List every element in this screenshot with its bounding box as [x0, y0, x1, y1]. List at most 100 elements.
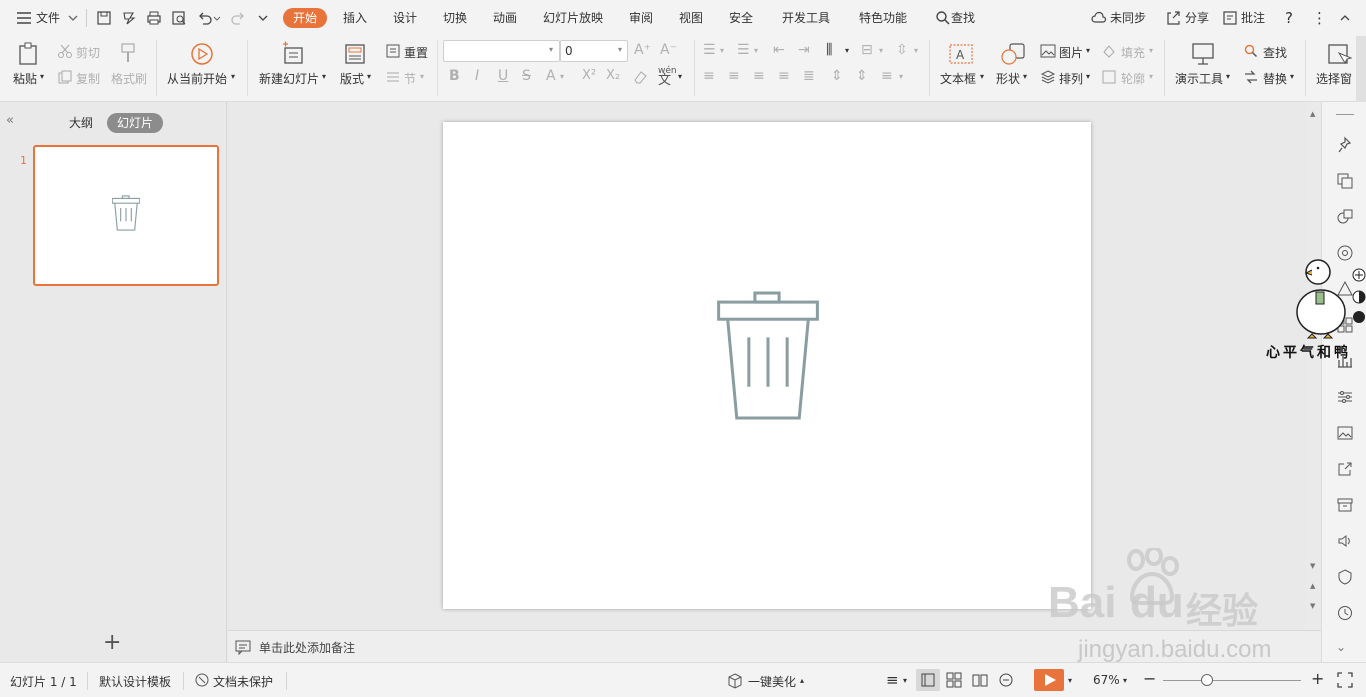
tab-security[interactable]: 安全 [729, 0, 753, 36]
layout-button[interactable]: 版式 [340, 70, 364, 87]
share-button[interactable]: 分享 [1185, 0, 1209, 36]
cloud-sync-icon[interactable] [1090, 9, 1108, 27]
shape-button[interactable]: 形状 [996, 70, 1020, 87]
replace-button[interactable]: 替换 [1263, 70, 1287, 87]
document-protection-status[interactable]: 文档未保护 [213, 673, 273, 690]
zoom-level[interactable]: 67% [1093, 673, 1120, 687]
sidebar-expand-icon[interactable]: ⌄ [1336, 640, 1346, 654]
tab-design[interactable]: 设计 [393, 0, 417, 36]
share-icon[interactable] [1164, 9, 1182, 27]
normal-view-button[interactable] [916, 669, 940, 691]
trash-can-icon[interactable] [717, 291, 819, 420]
print-preview-icon[interactable] [170, 9, 188, 27]
reset-icon[interactable] [385, 43, 401, 59]
text-box-icon[interactable]: A [948, 42, 974, 66]
hamburger-menu-icon[interactable] [15, 9, 33, 27]
one-click-beautify-button[interactable]: 一键美化 [748, 673, 796, 690]
presenter-view-icon[interactable] [998, 672, 1014, 688]
tab-view[interactable]: 视图 [679, 0, 703, 36]
paste-dropdown-icon[interactable]: ▾ [40, 72, 44, 81]
beautify-dropdown-icon[interactable]: ▴ [800, 676, 804, 685]
properties-icon[interactable] [1336, 388, 1354, 406]
play-dropdown-icon[interactable]: ▾ [1068, 676, 1072, 685]
search-label[interactable]: 查找 [951, 0, 975, 36]
font-name-dropdown-icon[interactable]: ▾ [549, 45, 553, 54]
play-dropdown-icon[interactable]: ▾ [231, 72, 235, 81]
comment-button[interactable]: 批注 [1241, 0, 1265, 36]
new-slide-button[interactable]: 新建幻灯片 [259, 70, 319, 87]
beautify-icon[interactable] [727, 673, 743, 689]
share-pane-icon[interactable] [1336, 460, 1354, 478]
help-icon[interactable]: ? [1285, 0, 1293, 36]
font-size-dropdown-icon[interactable]: ▾ [618, 45, 622, 54]
customize-toolbar-icon[interactable] [254, 9, 272, 27]
security-icon[interactable] [1336, 568, 1354, 586]
picture-button[interactable]: 图片 [1059, 44, 1083, 61]
zoom-dropdown-icon[interactable]: ▾ [1123, 676, 1127, 685]
slide[interactable] [443, 122, 1091, 609]
arrange-icon[interactable] [1040, 69, 1056, 85]
replace-dropdown-icon[interactable]: ▾ [1290, 72, 1294, 81]
tab-review[interactable]: 审阅 [629, 0, 653, 36]
collapse-ribbon-icon[interactable] [1336, 9, 1354, 27]
layout-icon[interactable] [343, 42, 367, 66]
sync-status[interactable]: 未同步 [1110, 0, 1146, 36]
tab-home[interactable]: 开始 [283, 8, 327, 28]
zoom-out-icon[interactable]: − [1143, 669, 1156, 688]
notes-toggle-icon[interactable]: ≡ [886, 671, 899, 689]
slide-thumbnail[interactable] [33, 145, 219, 286]
print-icon[interactable] [145, 9, 163, 27]
collapse-panel-icon[interactable]: « [6, 113, 14, 128]
tab-insert[interactable]: 插入 [343, 0, 367, 36]
fit-to-window-icon[interactable] [1337, 672, 1353, 688]
shapes-pane-icon[interactable] [1336, 208, 1354, 226]
next-slide-icon[interactable]: ▼ [1310, 602, 1315, 610]
audio-icon[interactable] [1336, 532, 1354, 550]
text-direction-icon[interactable]: ⫼ [826, 42, 832, 58]
shape-icon[interactable] [1000, 42, 1026, 66]
tab-slideshow[interactable]: 幻灯片放映 [543, 0, 603, 36]
image-pane-icon[interactable] [1336, 424, 1354, 442]
tab-transition[interactable]: 切换 [443, 0, 467, 36]
scroll-up-icon[interactable]: ▲ [1310, 110, 1315, 118]
tab-special-features[interactable]: 特色功能 [859, 0, 907, 36]
tab-outline[interactable]: 大纲 [69, 114, 93, 131]
presentation-tools-dropdown-icon[interactable]: ▾ [1226, 72, 1230, 81]
pin-icon[interactable] [1336, 136, 1354, 154]
picture-icon[interactable] [1040, 43, 1056, 59]
text-box-button[interactable]: 文本框 [940, 70, 976, 87]
reset-button[interactable]: 重置 [404, 44, 428, 61]
tab-animation[interactable]: 动画 [493, 0, 517, 36]
select-pane-button[interactable]: 选择窗 [1316, 70, 1356, 87]
play-from-current-button[interactable]: 从当前开始 [167, 70, 227, 87]
ribbon-scrollbar[interactable] [1356, 36, 1366, 102]
pinyin-icon[interactable]: wén 文 [658, 66, 677, 87]
comment-icon[interactable] [1221, 9, 1239, 27]
file-menu[interactable]: 文件 [36, 0, 60, 36]
more-options-icon[interactable]: ⋮ [1312, 0, 1327, 36]
search-icon[interactable] [934, 9, 952, 27]
pinyin-dropdown-icon[interactable]: ▾ [678, 72, 682, 81]
select-pane-icon[interactable] [1326, 41, 1352, 67]
zoom-in-icon[interactable]: + [1311, 669, 1324, 688]
slide-sorter-icon[interactable] [946, 672, 962, 688]
picture-dropdown-icon[interactable]: ▾ [1086, 46, 1090, 55]
scroll-down-icon[interactable]: ▼ [1310, 562, 1315, 570]
reading-view-icon[interactable] [972, 672, 988, 688]
new-slide-dropdown-icon[interactable]: ▾ [322, 72, 326, 81]
template-name[interactable]: 默认设计模板 [99, 673, 171, 690]
new-slide-icon[interactable] [280, 41, 306, 67]
layout-dropdown-icon[interactable]: ▾ [367, 72, 371, 81]
paste-button[interactable]: 粘贴 [13, 70, 37, 87]
zoom-slider-thumb[interactable] [1201, 674, 1213, 686]
slides-pane-icon[interactable] [1336, 172, 1354, 190]
zoom-slider[interactable] [1163, 680, 1301, 681]
notes-dropdown-icon[interactable]: ▾ [903, 676, 907, 685]
history-icon[interactable] [1336, 604, 1354, 622]
tab-developer[interactable]: 开发工具 [782, 0, 830, 36]
font-name-select[interactable] [443, 40, 560, 62]
arrange-dropdown-icon[interactable]: ▾ [1086, 72, 1090, 81]
notes-placeholder[interactable]: 单击此处添加备注 [259, 639, 355, 656]
play-from-current-icon[interactable] [189, 41, 215, 67]
save-icon[interactable] [95, 9, 113, 27]
